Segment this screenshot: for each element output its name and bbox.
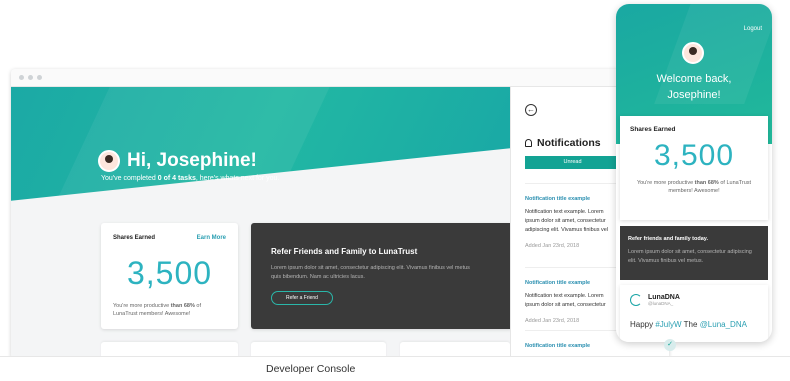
mobile-refer-body: Lorem ipsum dolor sit amet, consectetur … [628, 249, 752, 264]
mobile-shares-title: Shares Earned [630, 126, 676, 133]
mobile-shares-card: Shares Earned 3,500 You're more producti… [620, 116, 768, 220]
window-dot[interactable] [19, 75, 24, 80]
logo-sub: trust [52, 43, 60, 48]
shares-earned-card: Shares Earned Earn More 3,500 You're mor… [101, 223, 238, 329]
foot-bold: than 68% [694, 180, 719, 186]
welcome-line-2: Josephine! [667, 88, 721, 101]
tweet-mention[interactable]: @Luna_DNA [700, 320, 747, 329]
shares-footnote: You're more productive than 68% of LunaT… [113, 302, 226, 319]
tweet-name: LunaDNA [648, 294, 680, 301]
tweet-hashtag[interactable]: #JulyW [655, 320, 681, 329]
avatar [98, 150, 120, 172]
tweet-message: Happy #JulyW The @Luna_DNA [630, 320, 758, 329]
notifications-header: Notifications [525, 137, 601, 149]
tweet-handle: @lunaDNA_ [648, 301, 674, 306]
mobile-avatar [682, 42, 704, 64]
mobile-refer-title: Refer friends and family today. [628, 236, 708, 242]
progress-prefix: You've completed [101, 175, 158, 182]
tweet-prefix: Happy [630, 320, 656, 329]
foot-prefix: You're more productive [636, 180, 695, 186]
logout-link[interactable]: Logout [744, 26, 762, 32]
foot-bold: than 68% [170, 303, 195, 309]
tweet-mid: The [681, 320, 700, 329]
lunadna-logo-icon [630, 294, 642, 306]
refer-title: Refer Friends and Family to LunaTrust [271, 247, 418, 256]
back-arrow-icon[interactable]: ← [525, 104, 537, 116]
progress-suffix: , here's whats next for you. [195, 175, 280, 182]
tab-unread[interactable]: Unread [525, 156, 620, 169]
refer-body: Lorem ipsum dolor sit amet, consectetur … [271, 265, 470, 280]
mobile-refer-card[interactable]: Refer friends and family today. Lorem ip… [620, 226, 768, 280]
window-titlebar [11, 69, 669, 87]
refer-friend-button[interactable]: Refer a Friend [271, 290, 333, 305]
earn-more-link[interactable]: Earn More [197, 235, 226, 241]
shares-card-title: Shares Earned [113, 235, 156, 241]
caption-bar: Developer Console [0, 356, 790, 381]
luna-logo-icon [14, 30, 28, 44]
shares-value: 3,500 [126, 255, 213, 291]
window-dot[interactable] [28, 75, 33, 80]
logo-word: luna [31, 30, 56, 44]
welcome-line-1: Welcome back, [656, 73, 732, 85]
luna-logo[interactable]: luna trust [14, 30, 60, 48]
progress-count: 0 of 4 tasks [157, 175, 196, 182]
notification-body: Notification text example. Lorem ipsum d… [525, 293, 606, 308]
foot-prefix: You're more productive [113, 303, 171, 309]
mobile-shares-value: 3,500 [653, 139, 735, 172]
mobile-shares-footnote: You're more productive than 68% of LunaT… [630, 179, 758, 196]
window-dot[interactable] [37, 75, 42, 80]
task-progress: You've completed 0 of 4 tasks, here's wh… [101, 175, 279, 182]
mobile-welcome: Welcome back, Josephine! [616, 72, 772, 104]
notification-body: Notification text example. Lorem ipsum d… [525, 209, 609, 233]
bell-icon [525, 139, 532, 147]
check-icon[interactable]: ✓ [664, 339, 676, 351]
notification-title: Notification title example [525, 343, 591, 349]
notifications-title: Notifications [537, 137, 601, 149]
greeting-title: Hi, Josephine! [127, 150, 257, 171]
greeting: Hi, Josephine! [98, 150, 257, 172]
refer-card: Refer Friends and Family to LunaTrust Lo… [251, 223, 513, 329]
stage: luna trust Hi, Josephine! You've complet… [0, 0, 790, 381]
caption-text: Developer Console [266, 363, 356, 375]
tweet-card[interactable]: LunaDNA @lunaDNA_ Happy #JulyW The @Luna… [620, 285, 768, 342]
mobile-device: Logout Welcome back, Josephine! Shares E… [616, 4, 772, 342]
